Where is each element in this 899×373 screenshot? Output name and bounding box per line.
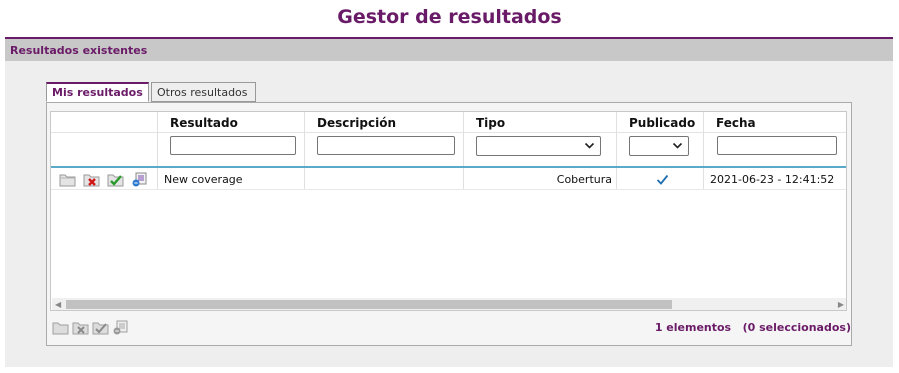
horizontal-scrollbar[interactable]: ◀ ▶: [52, 298, 846, 310]
share-icon[interactable]: [131, 172, 148, 187]
delete-icon[interactable]: [72, 320, 89, 335]
results-grid: Resultado Descripción Tipo Publicado Fec…: [50, 111, 847, 311]
column-header-publicado[interactable]: Publicado: [617, 112, 704, 132]
cell-resultado: New coverage: [158, 168, 305, 189]
share-icon[interactable]: [112, 320, 129, 335]
cell-fecha: 2021-06-23 - 12:41:52: [704, 168, 846, 189]
checkmark-icon: [656, 171, 669, 190]
filter-publicado-select[interactable]: [629, 136, 689, 156]
cell-descripcion: [305, 168, 464, 189]
filter-resultado-input[interactable]: [170, 136, 296, 155]
tab-mis-resultados[interactable]: Mis resultados: [46, 82, 149, 102]
selected-count: (0 seleccionados): [742, 321, 851, 334]
open-folder-icon[interactable]: [59, 172, 76, 187]
page-title: Gestor de resultados: [337, 6, 562, 28]
grid-header-row: Resultado Descripción Tipo Publicado Fec…: [51, 112, 846, 133]
filter-fecha-input[interactable]: [717, 136, 837, 155]
filter-cell-publicado: [617, 133, 704, 166]
table-row[interactable]: New coverage Cobertura 2021-06-23 - 12:4…: [51, 168, 846, 190]
actions-column-header: [51, 112, 158, 132]
publish-icon[interactable]: [92, 320, 109, 335]
chevron-down-icon: [672, 140, 683, 154]
filter-tipo-select[interactable]: [476, 136, 601, 156]
delete-icon[interactable]: [83, 172, 100, 187]
tab-otros-resultados[interactable]: Otros resultados: [151, 82, 256, 102]
results-section: Resultados existentes Mis resultados Otr…: [5, 37, 893, 367]
column-header-tipo[interactable]: Tipo: [464, 112, 617, 132]
column-header-descripcion[interactable]: Descripción: [305, 112, 464, 132]
selection-count: 1 elementos (0 seleccionados): [655, 321, 851, 334]
cell-publicado: [617, 168, 704, 189]
results-panel: Resultado Descripción Tipo Publicado Fec…: [46, 102, 852, 346]
scroll-left-arrow-icon[interactable]: ◀: [55, 298, 61, 310]
scrollbar-thumb[interactable]: [66, 300, 672, 309]
column-header-resultado[interactable]: Resultado: [158, 112, 305, 132]
row-actions-cell: [51, 168, 158, 189]
section-title: Resultados existentes: [10, 44, 148, 57]
open-folder-icon[interactable]: [52, 320, 69, 335]
filter-descripcion-input[interactable]: [317, 136, 455, 155]
filter-cell-fecha: [704, 133, 846, 166]
column-header-fecha[interactable]: Fecha: [704, 112, 846, 132]
section-header: Resultados existentes: [5, 37, 893, 61]
publish-icon[interactable]: [107, 172, 124, 187]
cell-tipo: Cobertura: [464, 168, 617, 189]
filter-empty-cell: [51, 133, 158, 166]
scroll-right-arrow-icon[interactable]: ▶: [838, 298, 844, 310]
grid-filter-row: [51, 133, 846, 168]
filter-cell-descripcion: [305, 133, 464, 166]
filter-cell-resultado: [158, 133, 305, 166]
elements-count: 1 elementos: [654, 321, 732, 334]
chevron-down-icon: [584, 140, 595, 154]
filter-cell-tipo: [464, 133, 617, 166]
